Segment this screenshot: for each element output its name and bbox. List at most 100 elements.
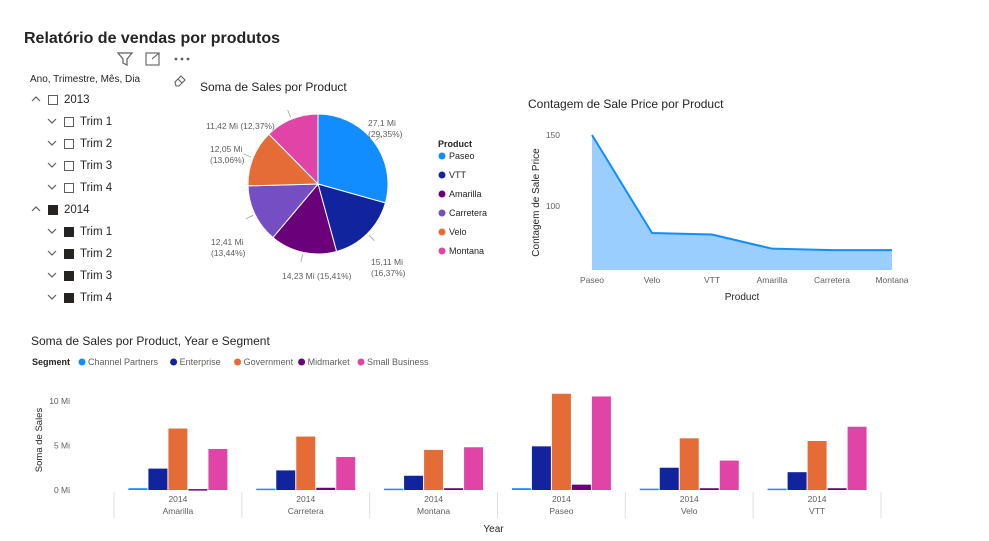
checkbox[interactable] [64,271,74,281]
bar-velo-channel-partners[interactable] [639,488,659,491]
bar-carretera-small-business[interactable] [336,457,356,490]
checkbox[interactable] [48,205,58,215]
checkbox[interactable] [64,227,74,237]
bar-montana-midmarket[interactable] [444,488,464,490]
slicer-quarter-item[interactable]: Trim 4 [46,179,112,197]
slicer-quarter-item[interactable]: Trim 4 [46,289,112,307]
bar-y-tick-label: 10 Mi [49,396,70,406]
bar-legend-item: Enterprise [180,357,221,367]
slicer-quarter-item[interactable]: Trim 1 [46,223,112,241]
bar-amarilla-enterprise[interactable] [148,468,168,490]
legend-marker [438,152,446,160]
bar-carretera-government[interactable] [296,436,316,490]
pie-chart: 27,1 Mi(29,35%) 15,11 Mi(16,37%) 14,23 Mi … [206,109,487,281]
bar-velo-enterprise[interactable] [659,467,679,490]
bar-amarilla-channel-partners[interactable] [128,488,148,490]
bar-vtt-enterprise[interactable] [787,472,807,490]
pie-leader-line [243,153,252,158]
bar-carretera-channel-partners[interactable] [256,488,276,491]
slicer-quarter-item[interactable]: Trim 3 [46,267,112,285]
bar-amarilla-small-business[interactable] [208,449,228,490]
pie-leader-line [287,109,292,118]
area-x-tick-label: Amarilla [757,275,788,285]
bar-carretera-midmarket[interactable] [316,487,336,490]
legend-marker [438,228,446,236]
bar-x-tick-product: Carretera [288,506,324,516]
chevron-down-icon[interactable] [46,225,64,240]
filter-icon[interactable] [116,52,134,66]
bar-paseo-channel-partners[interactable] [511,488,531,490]
bar-amarilla-midmarket[interactable] [188,489,208,491]
legend-marker [170,358,178,366]
legend-marker [438,247,446,255]
pie-legend-item: Paseo [449,151,475,161]
bar-montana-government[interactable] [424,449,444,490]
chevron-down-icon[interactable] [46,137,64,152]
slicer-quarter-item[interactable]: Trim 2 [46,135,112,153]
bar-amarilla-government[interactable] [168,428,188,490]
chevron-down-icon[interactable] [46,159,64,174]
chevron-down-icon[interactable] [46,269,64,284]
bar-paseo-government[interactable] [551,393,571,490]
legend-marker [438,209,446,217]
bar-montana-channel-partners[interactable] [384,488,404,491]
slicer-quarter-item[interactable]: Trim 2 [46,245,112,263]
chevron-up-icon[interactable] [30,203,48,218]
slicer-quarter-item[interactable]: Trim 1 [46,113,112,131]
checkbox[interactable] [64,139,74,149]
slicer-quarter-item[interactable]: Trim 3 [46,157,112,175]
pie-data-label-percent: (13,06%) [210,155,245,165]
pie-data-label: 12,41 Mi [211,237,244,247]
focus-mode-icon[interactable] [145,52,160,66]
bar-montana-small-business[interactable] [464,447,484,490]
bar-vtt-government[interactable] [807,441,827,490]
chevron-down-icon[interactable] [46,115,64,130]
checkbox[interactable] [64,249,74,259]
bar-x-tick-product: Montana [417,506,450,516]
slicer-year-label: 2013 [64,94,90,106]
chevron-down-icon[interactable] [46,247,64,262]
legend-marker [438,171,446,179]
legend-marker [357,358,365,366]
pie-leader-line [368,234,375,241]
bar-paseo-midmarket[interactable] [571,484,591,490]
bar-legend-item: Small Business [367,357,429,367]
slicer-quarter-label: Trim 4 [80,292,113,304]
bar-x-tick-product: Velo [681,506,698,516]
legend-marker [234,358,242,366]
bar-velo-government[interactable] [679,438,699,490]
bar-vtt-channel-partners[interactable] [767,488,787,491]
chevron-down-icon[interactable] [46,291,64,306]
checkbox[interactable] [64,183,74,193]
checkbox[interactable] [64,161,74,171]
slicer-year-2014[interactable]: 2014 [30,201,90,219]
area-x-tick-label: VTT [704,275,720,285]
page-title: Relatório de vendas por produtos [24,30,281,47]
pie-leader-line [300,254,304,263]
area-x-tick-label: Velo [644,275,661,285]
bar-vtt-midmarket[interactable] [827,488,847,490]
bar-carretera-enterprise[interactable] [276,470,296,490]
checkbox[interactable] [64,293,74,303]
pie-data-label: 14,23 Mi (15,41%) [282,271,352,281]
legend-marker [298,358,306,366]
chevron-down-icon[interactable] [46,181,64,196]
checkbox[interactable] [48,95,58,105]
bar-paseo-enterprise[interactable] [531,446,551,490]
pie-data-label-percent: (13,44%) [211,248,246,258]
pie-legend-item: Carretera [449,208,487,218]
bar-montana-enterprise[interactable] [404,475,424,490]
bar-vtt-small-business[interactable] [847,426,867,490]
more-options-icon[interactable] [174,57,190,61]
checkbox[interactable] [64,117,74,127]
bar-paseo-small-business[interactable] [591,396,611,490]
pie-leader-line [245,214,254,220]
bar-velo-small-business[interactable] [719,460,739,490]
slicer-year-2013[interactable]: 2013 [30,91,90,109]
eraser-icon[interactable] [172,72,188,88]
slicer-quarter-label: Trim 2 [80,248,113,260]
pie-legend-item: Velo [449,227,467,237]
bar-velo-midmarket[interactable] [699,488,719,490]
chevron-up-icon[interactable] [30,93,48,108]
pie-chart-title: Soma de Sales por Product [200,80,347,94]
